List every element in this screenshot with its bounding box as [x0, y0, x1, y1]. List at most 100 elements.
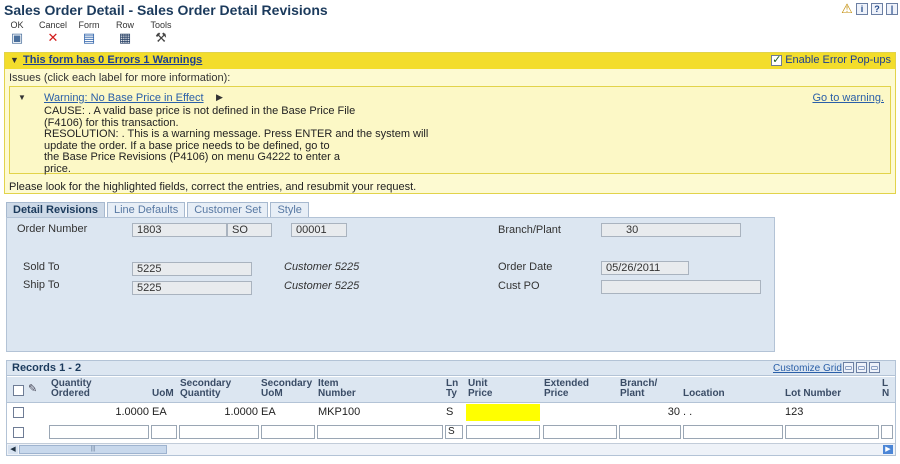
- enable-popups-label: Enable Error Pop-ups: [785, 54, 891, 66]
- header-secondary-uom[interactable]: Secondary UoM: [261, 379, 312, 399]
- cell-secondary-uom[interactable]: EA: [261, 406, 276, 418]
- import-icon[interactable]: ▭: [856, 362, 867, 373]
- input-uom[interactable]: [151, 425, 177, 439]
- more-icon[interactable]: |: [886, 3, 898, 15]
- tools-icon: ⚒: [155, 30, 167, 45]
- input-branch-plant[interactable]: [619, 425, 681, 439]
- ship-to-field[interactable]: 5225: [132, 281, 252, 295]
- input-l-n[interactable]: [881, 425, 893, 439]
- row-select-checkbox[interactable]: [13, 407, 24, 418]
- ship-to-label: Ship To: [23, 279, 60, 291]
- scroll-thumb[interactable]: |||: [19, 445, 167, 454]
- warning-line: price.: [44, 162, 71, 175]
- cust-po-field[interactable]: [601, 280, 761, 294]
- input-location[interactable]: [683, 425, 783, 439]
- input-quantity[interactable]: [49, 425, 149, 439]
- header-quantity-ordered[interactable]: Quantity Ordered: [51, 379, 92, 399]
- sold-to-name: Customer 5225: [284, 261, 360, 273]
- enable-popups-toggle[interactable]: Enable Error Pop-ups: [771, 53, 891, 66]
- tab-customer-set[interactable]: Customer Set: [187, 202, 269, 217]
- horizontal-scrollbar[interactable]: ◀ ||| ▶: [7, 443, 895, 455]
- select-all-checkbox[interactable]: [13, 385, 24, 396]
- input-secondary-uom[interactable]: [261, 425, 315, 439]
- resubmit-message: Please look for the highlighted fields, …: [9, 181, 417, 193]
- header-secondary-quantity[interactable]: Secondary Quantity: [180, 379, 231, 399]
- sold-to-field[interactable]: 5225: [132, 262, 252, 276]
- toolbar: OK ▣ Cancel ✕ Form ▤ Row ▦ Tools ⚒: [4, 20, 174, 45]
- header-extended-price[interactable]: Extended Price: [544, 379, 589, 399]
- grid-toolbar: Records 1 - 2 Customize Grid ▭ ▭ ▭: [7, 361, 895, 376]
- cell-item-number[interactable]: MKP100: [318, 406, 360, 418]
- page-title: Sales Order Detail - Sales Order Detail …: [4, 2, 328, 18]
- row-label: Row: [115, 20, 134, 30]
- error-header: ▼ This form has 0 Errors 1 Warnings Enab…: [5, 53, 895, 69]
- cancel-icon: ✕: [47, 30, 59, 45]
- order-date-label: Order Date: [498, 261, 553, 273]
- cell-unit-price[interactable]: [466, 404, 540, 421]
- header-branch-plant[interactable]: Branch/Plant: [620, 379, 657, 399]
- cell-quantity[interactable]: 1.0000: [51, 406, 149, 418]
- header-unit-price[interactable]: Unit Price: [468, 379, 492, 399]
- row-menu-button[interactable]: Row ▦: [112, 20, 138, 45]
- input-secondary-quantity[interactable]: [179, 425, 259, 439]
- branch-plant-label: Branch/Plant: [498, 224, 561, 236]
- cancel-button[interactable]: Cancel ✕: [39, 20, 67, 45]
- help-icon[interactable]: ?: [871, 3, 883, 15]
- tab-detail-revisions[interactable]: Detail Revisions: [6, 202, 105, 217]
- order-type-field[interactable]: SO: [227, 223, 272, 237]
- tab-bar: Detail Revisions Line Defaults Customer …: [6, 202, 309, 217]
- scroll-right-icon[interactable]: ▶: [883, 445, 893, 454]
- warning-icon[interactable]: ⚠: [841, 2, 853, 15]
- error-panel: ▼ This form has 0 Errors 1 Warnings Enab…: [4, 52, 896, 194]
- order-number-label: Order Number: [17, 223, 88, 235]
- cell-branch-plant[interactable]: 30: [620, 406, 680, 418]
- cell-uom[interactable]: EA: [152, 406, 167, 418]
- tab-style[interactable]: Style: [270, 202, 309, 217]
- collapse-triangle-icon[interactable]: ▼: [10, 55, 19, 65]
- tools-menu-button[interactable]: Tools ⚒: [148, 20, 174, 45]
- records-count: Records 1 - 2: [12, 362, 82, 374]
- info-icon[interactable]: i: [856, 3, 868, 15]
- ok-button[interactable]: OK ▣: [4, 20, 30, 45]
- expand-triangle-icon[interactable]: ▼: [18, 93, 26, 102]
- arrow-right-icon[interactable]: ▶: [216, 92, 223, 103]
- order-company-field[interactable]: 00001: [291, 223, 347, 237]
- input-unit-price[interactable]: [466, 425, 540, 439]
- detail-panel: Order Number 1803 SO 00001 Branch/Plant …: [6, 217, 775, 352]
- input-line-type[interactable]: S: [445, 425, 463, 439]
- error-summary-link[interactable]: This form has 0 Errors 1 Warnings: [23, 54, 202, 66]
- maximize-icon[interactable]: ▭: [869, 362, 880, 373]
- header-item-number[interactable]: Item Number: [318, 379, 356, 399]
- save-icon: ▣: [10, 30, 24, 45]
- warning-link[interactable]: Warning: No Base Price in Effect: [44, 92, 204, 104]
- header-line-type[interactable]: Ln Ty: [446, 379, 458, 399]
- tab-line-defaults[interactable]: Line Defaults: [106, 202, 186, 217]
- edit-pencil-icon[interactable]: ✎: [28, 382, 37, 395]
- branch-plant-field[interactable]: 30: [601, 223, 741, 237]
- warning-line: the Base Price Revisions (P4106) on menu…: [44, 151, 340, 163]
- input-extended-price[interactable]: [543, 425, 617, 439]
- row-select-checkbox[interactable]: [13, 427, 24, 438]
- enable-popups-checkbox[interactable]: [771, 53, 783, 66]
- header-location[interactable]: Location: [683, 389, 725, 399]
- title-icons: ⚠ i ? |: [841, 2, 898, 15]
- scroll-left-icon[interactable]: ◀: [8, 445, 18, 454]
- warning-line: CAUSE: . A valid base price is not defin…: [44, 105, 356, 117]
- export-icon[interactable]: ▭: [843, 362, 854, 373]
- header-lot-number[interactable]: Lot Number: [785, 389, 841, 399]
- order-date-field[interactable]: 05/26/2011: [601, 261, 689, 275]
- header-uom[interactable]: UoM: [152, 389, 174, 399]
- cell-location[interactable]: . .: [683, 406, 692, 418]
- cell-secondary-quantity[interactable]: 1.0000: [180, 406, 258, 418]
- order-number-field[interactable]: 1803: [132, 223, 227, 237]
- cell-line-type[interactable]: S: [446, 406, 453, 418]
- goto-warning-link[interactable]: Go to warning.: [812, 92, 884, 104]
- cell-lot-number[interactable]: 123: [785, 406, 803, 418]
- header-l-n[interactable]: LN: [882, 379, 889, 399]
- input-item-number[interactable]: [317, 425, 443, 439]
- ok-label: OK: [10, 20, 24, 30]
- input-lot-number[interactable]: [785, 425, 879, 439]
- warning-box: ▼ Warning: No Base Price in Effect ▶ Go …: [9, 86, 891, 174]
- customize-grid-link[interactable]: Customize Grid: [773, 363, 842, 374]
- form-menu-button[interactable]: Form ▤: [76, 20, 102, 45]
